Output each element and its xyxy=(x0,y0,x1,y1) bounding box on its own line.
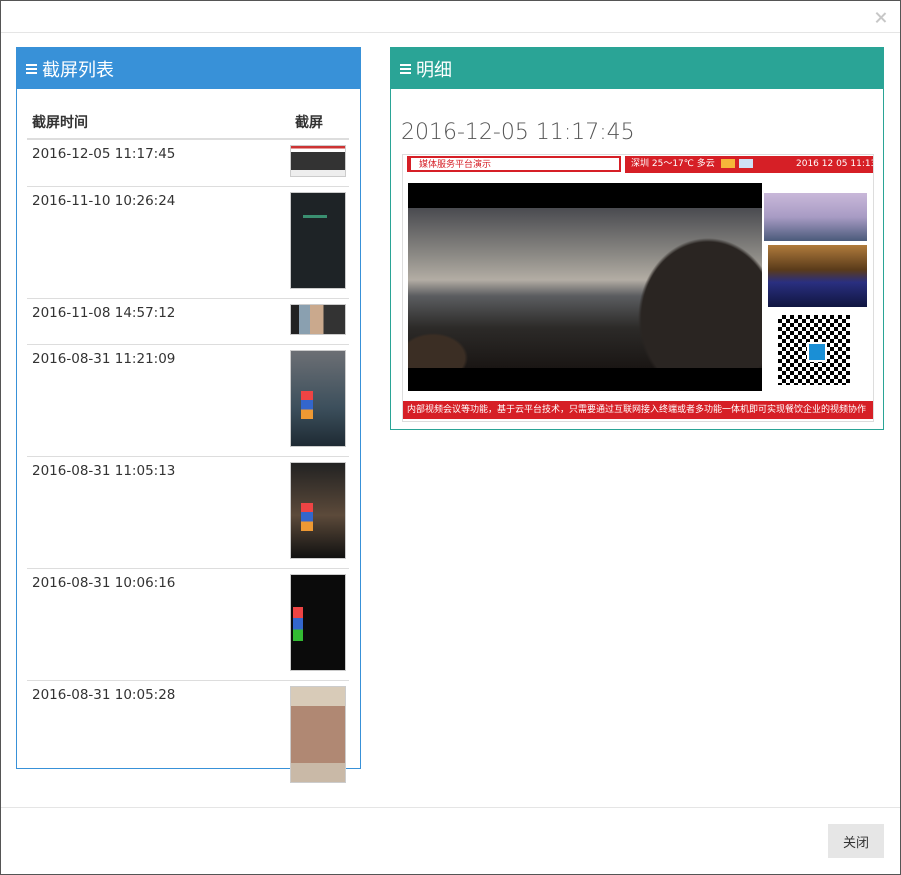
table-row[interactable]: 2016-08-31 10:06:16 xyxy=(27,568,349,681)
preview-weather-text: 深圳 25～17℃ 多云 xyxy=(631,159,715,169)
detail-heading: 明细 xyxy=(391,48,883,89)
table-row[interactable]: 2016-11-08 14:57:12 xyxy=(27,298,349,345)
dialog-header xyxy=(1,1,900,33)
column-header-time: 截屏时间 xyxy=(27,108,290,140)
weather-cloud-icon xyxy=(739,159,754,168)
screenshot-table: 截屏时间 截屏 2016-12-05 11:17:45 2016-11-10 1… xyxy=(27,108,349,792)
qr-logo-icon xyxy=(807,342,827,362)
screenshot-time: 2016-08-31 10:06:16 xyxy=(27,568,290,681)
preview-car-image xyxy=(768,245,867,307)
list-menu-icon xyxy=(26,63,37,74)
preview-title: 媒体服务平台演示 xyxy=(407,156,621,172)
preview-date: 2016 12 05 11:13 xyxy=(791,156,873,173)
table-row[interactable]: 2016-08-31 11:21:09 xyxy=(27,344,349,457)
screenshot-time: 2016-08-31 10:05:28 xyxy=(27,680,290,792)
selected-screenshot-time: 2016-12-05 11:17:45 xyxy=(401,120,635,145)
screenshot-thumbnail[interactable] xyxy=(290,462,346,559)
close-icon[interactable] xyxy=(874,11,888,25)
preview-landscape-image xyxy=(408,208,762,368)
preview-top-bar: 媒体服务平台演示 深圳 25～17℃ 多云 2016 12 05 11:13 xyxy=(403,155,873,174)
screenshot-thumbnail[interactable] xyxy=(290,686,346,783)
preview-ticker: 内部视频会议等功能，基于云平台技术，只需要通过互联网接入终端或者多功能一体机即可… xyxy=(403,401,873,419)
screenshot-thumbnail[interactable] xyxy=(290,145,346,177)
screenshot-list-panel: 截屏列表 截屏时间 截屏 2016-12-05 11:17:45 2016-11… xyxy=(16,47,361,792)
table-row[interactable]: 2016-08-31 10:05:28 xyxy=(27,680,349,792)
screenshot-thumbnail[interactable] xyxy=(290,304,346,335)
detail-menu-icon xyxy=(400,63,411,74)
table-header-row: 截屏时间 截屏 xyxy=(27,108,349,140)
screenshot-time: 2016-11-10 10:26:24 xyxy=(27,186,290,299)
screenshot-thumbnail[interactable] xyxy=(290,574,346,671)
screenshot-time: 2016-08-31 11:05:13 xyxy=(27,456,290,569)
weather-sun-icon xyxy=(720,159,735,168)
screenshot-time: 2016-12-05 11:17:45 xyxy=(27,138,290,187)
preview-qr-code xyxy=(778,315,850,385)
screenshot-preview-image: 媒体服务平台演示 深圳 25～17℃ 多云 2016 12 05 11:13 内… xyxy=(402,154,874,422)
dialog-footer-divider xyxy=(1,807,900,808)
preview-city-image xyxy=(764,193,867,241)
close-button[interactable]: 关闭 xyxy=(828,824,884,858)
screenshot-time: 2016-11-08 14:57:12 xyxy=(27,298,290,345)
preview-video-area xyxy=(408,183,762,391)
table-row[interactable]: 2016-11-10 10:26:24 xyxy=(27,186,349,299)
table-row[interactable]: 2016-12-05 11:17:45 xyxy=(27,138,349,187)
preview-weather: 深圳 25～17℃ 多云 xyxy=(625,156,791,173)
detail-title: 明细 xyxy=(416,59,452,81)
screenshot-list-heading: 截屏列表 xyxy=(17,48,360,89)
screenshot-dialog: 截屏列表 截屏时间 截屏 2016-12-05 11:17:45 2016-11… xyxy=(0,0,901,875)
table-row[interactable]: 2016-08-31 11:05:13 xyxy=(27,456,349,569)
column-header-screenshot: 截屏 xyxy=(290,108,349,140)
screenshot-thumbnail[interactable] xyxy=(290,192,346,289)
screenshot-thumbnail[interactable] xyxy=(290,350,346,447)
detail-panel: 明细 2016-12-05 11:17:45 媒体服务平台演示 深圳 25～17… xyxy=(390,47,884,430)
screenshot-list-title: 截屏列表 xyxy=(42,59,114,81)
screenshot-time: 2016-08-31 11:21:09 xyxy=(27,344,290,457)
